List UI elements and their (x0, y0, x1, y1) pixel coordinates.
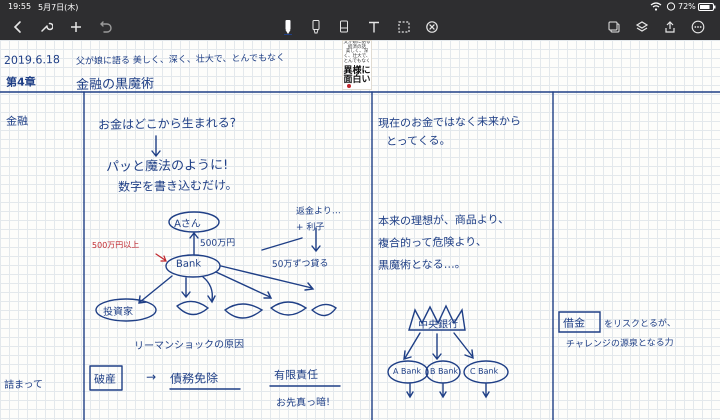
status-time: 19:55 (8, 2, 32, 11)
col2-question: お金はどこから生まれる? (97, 115, 237, 132)
arrow-b2 (439, 383, 447, 399)
arrow-c1 (403, 332, 421, 360)
pen-icon[interactable] (278, 17, 298, 37)
col2-line2: パッと魔法のように! (105, 157, 229, 175)
share-icon[interactable] (604, 17, 624, 37)
book-red-dot (347, 84, 351, 88)
col3-bbank: B Bank (429, 366, 459, 376)
col2-loan: 500万円 (199, 238, 236, 249)
arrow-2 (181, 277, 191, 299)
bubble-empty-2 (224, 303, 264, 319)
arrow-bank-to-a (189, 231, 199, 256)
col4-shakkin: 借金 (562, 316, 586, 330)
col4-line2: チャレンジの源泉となる力 (565, 338, 674, 350)
upload-icon[interactable] (660, 17, 680, 37)
note-chapter: 第4章 (5, 75, 36, 89)
arrow-down-q (151, 135, 161, 158)
arrow-3 (202, 276, 216, 304)
text-icon[interactable] (364, 17, 384, 37)
col2-arrow: → (145, 369, 157, 384)
col3-cbank: C Bank (469, 366, 499, 376)
book-line3: 美しく、深く、壮大で、とんでもなく (343, 49, 371, 64)
col3-chuo: 中央銀行 (417, 319, 459, 331)
status-date: 5月7日(木) (38, 3, 79, 12)
layers-icon[interactable] (632, 17, 652, 37)
col3-para3: 黒魔術となる…。 (377, 257, 466, 272)
tape-icon[interactable] (422, 17, 442, 37)
more-icon[interactable] (688, 17, 708, 37)
toolbar (0, 14, 720, 40)
col3-para2: 複合的って危険より、 (377, 235, 487, 250)
battery-percent: 72% (678, 2, 696, 11)
col2-hasan: 破産 (93, 372, 117, 386)
note-date: 2019.6.18 (3, 53, 61, 67)
arrow-b1 (406, 383, 414, 399)
col2-a-san: Aさん (173, 218, 201, 230)
col3-line2: とってくる。 (385, 133, 451, 148)
book-cover-thumbnail[interactable]: 父が娘に語る 経済の話 美しく、深く、壮大で、とんでもなく 異様に 面白い (342, 40, 372, 90)
bubble-empty-3 (270, 301, 308, 316)
col2-fiftyman: 50万ずつ貸る (271, 259, 329, 270)
ink-drawing (0, 91, 720, 420)
col3-abank: A Bank (392, 366, 422, 376)
arrow-from-hint (261, 237, 303, 251)
status-bar: 19:55 5月7日(木) 72% (0, 0, 720, 14)
bubble-empty-1 (176, 300, 210, 316)
col2-company: 投資家 (102, 306, 134, 318)
highlighter-icon[interactable] (306, 17, 326, 37)
col2-omoi: お先真っ暗! (275, 397, 331, 409)
arrow-5 (220, 265, 315, 291)
arrow-c2 (432, 333, 442, 361)
lasso-icon[interactable] (394, 17, 414, 37)
col4-line1: をリスクとるが、 (603, 318, 676, 330)
arrow-c3 (453, 332, 474, 360)
bubble-empty-4 (311, 303, 337, 317)
arrow-b3 (482, 383, 490, 399)
col2-lehman: リーマンショックの原因 (133, 339, 245, 352)
eraser-icon[interactable] (334, 17, 354, 37)
note-chapter-title: 金融の黒魔術 (75, 76, 155, 93)
note-canvas[interactable]: 2019.6.18 父が娘に語る 美しく、深く、壮大で、とんでもなく 第4章 金… (0, 40, 720, 420)
arrow-red-note (155, 253, 167, 262)
battery-icon (698, 3, 716, 13)
back-icon[interactable] (8, 17, 28, 37)
col2-bank: Bank (175, 258, 202, 270)
col2-interest-note: 返金より… (295, 206, 341, 217)
label-tsumari: 詰まって (3, 379, 44, 391)
col3-para1: 本来の理想が、商品より、 (377, 212, 510, 228)
col2-line3: 数字を書き込むだけ。 (117, 177, 238, 194)
lock-rotation-icon (666, 2, 676, 13)
col2-red-note: 500万円以上 (91, 240, 140, 250)
arrow-1 (138, 275, 173, 304)
label-kinyu: 金融 (5, 114, 29, 128)
col2-plus-interest: + 利子 (295, 222, 325, 233)
col2-yugen: 有限責任 (273, 368, 319, 382)
wrench-icon[interactable] (36, 17, 56, 37)
wifi-icon (650, 2, 662, 13)
undo-icon[interactable] (96, 17, 116, 37)
plus-icon[interactable] (66, 17, 86, 37)
col2-saimu: 債務免除 (169, 371, 219, 386)
col3-line1: 現在のお金ではなく未来から (377, 114, 522, 130)
